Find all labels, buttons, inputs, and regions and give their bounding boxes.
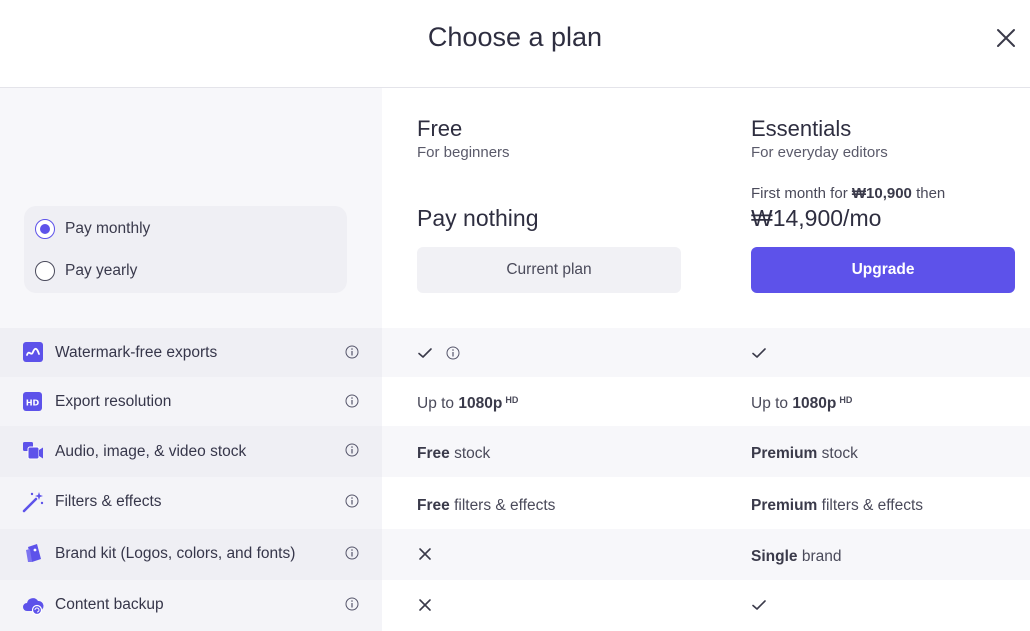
watermark-icon [23,342,43,362]
info-icon[interactable] [345,494,359,508]
essentials-promo: First month for ₩10,900 then [751,185,945,202]
info-icon[interactable] [345,546,359,560]
svg-text:HD: HD [26,399,40,408]
feature-row: Content backup [0,580,1030,631]
promo-suffix: then [916,185,946,202]
upgrade-button[interactable]: Upgrade [751,247,1015,293]
pay-monthly-label: Pay monthly [65,220,151,237]
dialog-header: Choose a plan [0,0,1030,88]
pay-monthly-option[interactable]: Pay monthly [35,217,150,241]
free-stock: Free stock [417,445,491,462]
check-icon [418,348,432,358]
feature-label: Brand kit (Logos, colors, and fonts) [55,545,296,562]
hd-icon: HD [23,392,42,411]
info-icon[interactable] [345,597,359,611]
feature-row: Filters & effects Free filters & effects… [0,477,1030,529]
feature-label: Audio, image, & video stock [55,443,247,460]
free-plan-name: Free [417,116,463,141]
billing-toggle: Pay monthly Pay yearly [24,206,347,293]
cloud-backup-icon [23,598,44,616]
free-filters: Free filters & effects [417,497,556,514]
cross-icon [419,599,431,611]
promo-prefix: First month for [751,185,848,202]
free-plan-price: Pay nothing [417,205,539,231]
feature-label: Content backup [55,596,164,613]
essentials-plan-name: Essentials [751,116,852,141]
feature-label: Filters & effects [55,493,162,510]
pay-yearly-label: Pay yearly [65,262,138,279]
essentials-resolution: Up to 1080p HD [751,395,853,412]
feature-row: Audio, image, & video stock Free stock P… [0,426,1030,477]
info-icon[interactable] [345,394,359,408]
page-title: Choose a plan [427,22,603,52]
radio-selected-icon[interactable] [35,219,55,239]
feature-row: HD Export resolution Up to 1080p HD Up to… [0,377,1030,426]
feature-row: Watermark-free exports [0,328,1030,377]
cross-icon [419,548,431,560]
pay-yearly-option[interactable]: Pay yearly [35,259,137,283]
check-icon [752,348,766,358]
essentials-filters: Premium filters & effects [751,497,924,514]
info-icon[interactable] [446,346,460,360]
feature-label: Export resolution [55,393,172,410]
check-icon [752,600,766,610]
promo-amount: ₩10,900 [851,185,912,202]
magic-wand-icon [22,492,44,513]
info-icon[interactable] [345,345,359,359]
essentials-plan-subtitle: For everyday editors [751,144,888,161]
radio-unselected-icon[interactable] [35,261,55,281]
essentials-brand-kit: Single brand [751,548,842,565]
media-stock-icon [23,442,43,460]
free-plan-subtitle: For beginners [417,144,510,161]
current-plan-button[interactable]: Current plan [417,247,681,293]
brand-kit-icon [26,544,41,562]
free-resolution: Up to 1080p HD [417,395,519,412]
essentials-stock: Premium stock [751,445,858,462]
feature-label: Watermark-free exports [55,344,218,361]
essentials-plan-price: ₩14,900/mo [751,205,882,231]
feature-row: Brand kit (Logos, colors, and fonts) Sin… [0,529,1030,580]
close-icon[interactable] [994,26,1018,50]
info-icon[interactable] [345,443,359,457]
